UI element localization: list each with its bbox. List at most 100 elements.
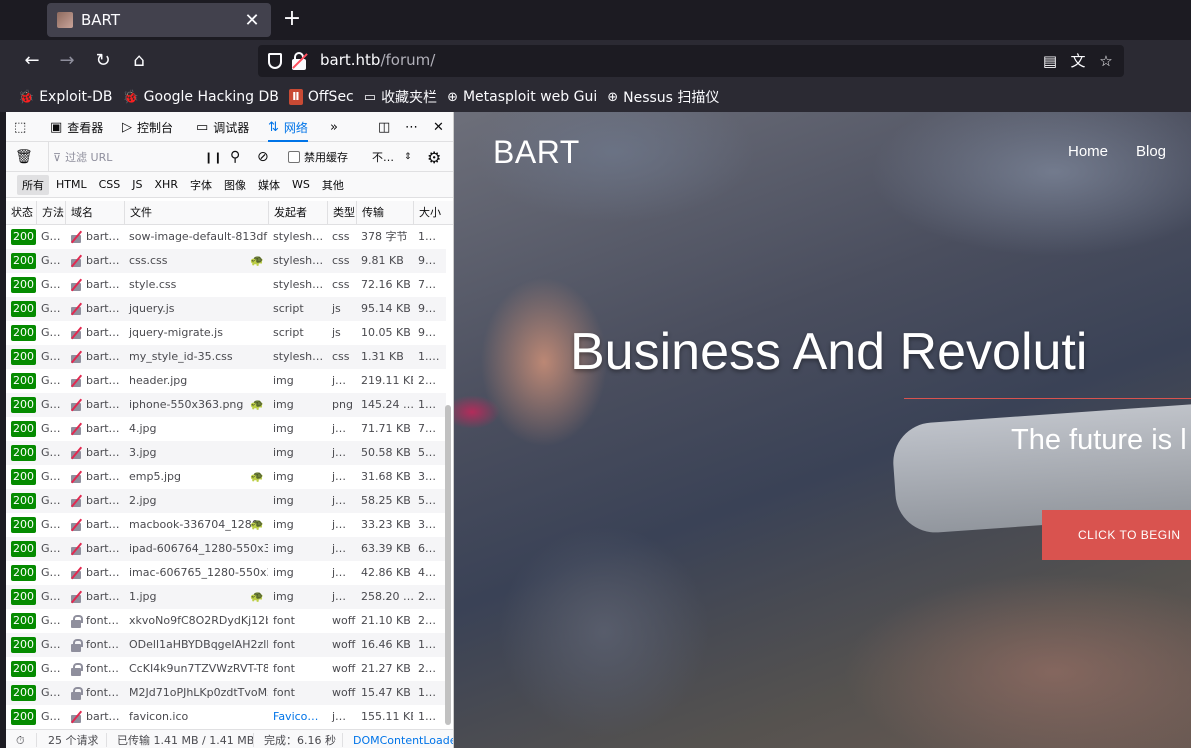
request-row[interactable]: 200 G… bart… sow-image-default-813df79 style… <box>6 225 446 249</box>
request-row[interactable]: 200 G… font… M2Jd71oPJhLKp0zdtTvoMxg font wof… <box>6 681 446 705</box>
bookmark-folder[interactable]: ▭ 收藏夹栏 <box>364 87 437 107</box>
request-row[interactable]: 200 G… bart… 3.jpg img j… 50.58 KB 5… <box>6 441 446 465</box>
disable-cache-checkbox[interactable]: 禁用缓存 <box>288 142 348 172</box>
request-row[interactable]: 200 G… bart… 1.jpg 🐢 img j… 258.20 … 2… <box>6 585 446 609</box>
column-domain[interactable]: 域名 <box>65 201 124 225</box>
type-js[interactable]: JS <box>127 176 147 193</box>
transfer-cell: 219.11 KB <box>361 374 413 387</box>
status-transferred: 已传输 1.41 MB / 1.41 MB <box>117 734 255 747</box>
new-tab-icon[interactable]: + <box>281 6 303 31</box>
tracking-shield-icon[interactable] <box>268 53 282 69</box>
tab-console[interactable]: ▷ 控制台 <box>122 112 173 142</box>
bookmark-exploit-db[interactable]: 🐞 Exploit-DB <box>18 89 112 105</box>
pause-icon[interactable]: ❙❙ <box>204 142 222 172</box>
column-type[interactable]: 类型 <box>327 201 356 225</box>
insecure-lock-icon[interactable] <box>292 52 308 70</box>
status-badge: 200 <box>11 469 36 485</box>
type-fonts[interactable]: 字体 <box>185 175 217 195</box>
bookmark-google-hacking-db[interactable]: 🐞 Google Hacking DB <box>122 89 278 105</box>
more-tools-chevron-icon[interactable]: » <box>330 112 343 142</box>
initiator-cell: img <box>273 590 294 603</box>
nav-home-link[interactable]: Home <box>1068 143 1108 160</box>
transfer-cell: 1.31 KB <box>361 350 404 363</box>
forward-arrow-icon[interactable]: → <box>55 49 79 73</box>
type-cell: png <box>332 398 353 411</box>
request-row[interactable]: 200 G… bart… jquery-migrate.js script js 10.05… <box>6 321 446 345</box>
tab-inspector[interactable]: ▣ 查看器 <box>50 112 103 142</box>
close-devtools-icon[interactable]: ✕ <box>433 112 449 142</box>
trash-icon[interactable]: 🗑 <box>15 142 33 172</box>
url-bar[interactable]: bart.htb/forum/ ▤ 文 ☆ <box>258 45 1124 77</box>
close-tab-icon[interactable]: ✕ <box>243 10 261 31</box>
element-picker-icon[interactable]: ⬚ <box>14 112 31 142</box>
request-list-scrollbar[interactable] <box>444 225 452 729</box>
block-icon[interactable]: ⊘ <box>257 142 269 172</box>
dock-layout-icon[interactable]: ◫ <box>378 112 395 142</box>
bookmark-metasploit[interactable]: ⊕ Metasploit web Gui <box>447 89 597 105</box>
bookmark-nessus[interactable]: ⊕ Nessus 扫描仪 <box>607 87 719 107</box>
request-row[interactable]: 200 G… font… CcKI4k9un7TZVWzRVT-T8_I font wof… <box>6 657 446 681</box>
insecure-lock-icon <box>70 446 82 460</box>
reader-view-icon[interactable]: ▤ <box>1040 51 1060 71</box>
insecure-lock-icon <box>70 710 82 724</box>
column-method[interactable]: 方法 <box>36 201 65 225</box>
request-row[interactable]: 200 G… bart… style.css stylesh… css 72.16 KB 7… <box>6 273 446 297</box>
translate-icon[interactable]: 文 <box>1068 51 1088 71</box>
bookmark-label: Nessus 扫描仪 <box>623 90 720 106</box>
column-size[interactable]: 大小 <box>413 201 446 225</box>
request-row[interactable]: 200 G… bart… header.jpg img j… 219.11 KB 2… <box>6 369 446 393</box>
request-row[interactable]: 200 G… bart… jquery.js script js 95.14 KB 9… <box>6 297 446 321</box>
type-other[interactable]: 其他 <box>317 175 349 195</box>
throttle-select[interactable]: 不… ⇕ <box>372 142 412 172</box>
column-status[interactable]: 状态 <box>6 201 36 225</box>
scrollbar-thumb[interactable] <box>445 405 451 725</box>
request-row[interactable]: 200 G… bart… iphone-550x363.png 🐢 img png 145.2… <box>6 393 446 417</box>
request-row[interactable]: 200 G… bart… macbook-336704_1280 🐢 img j… 33.23… <box>6 513 446 537</box>
type-all[interactable]: 所有 <box>17 174 49 195</box>
type-images[interactable]: 图像 <box>219 175 251 195</box>
site-brand[interactable]: BART <box>493 134 580 171</box>
url-text[interactable]: bart.htb/forum/ <box>320 51 435 69</box>
more-menu-icon[interactable]: ⋯ <box>405 112 423 142</box>
click-to-begin-button[interactable]: CLICK TO BEGIN <box>1042 510 1191 560</box>
request-row[interactable]: 200 G… bart… imac-606765_1280-550x365 img j… 4… <box>6 561 446 585</box>
network-settings-gear-icon[interactable]: ⚙ <box>427 142 441 172</box>
tab-debugger[interactable]: ▭ 调试器 <box>196 112 249 142</box>
insecure-lock-icon <box>70 302 82 316</box>
type-media[interactable]: 媒体 <box>253 175 285 195</box>
back-arrow-icon[interactable]: ← <box>20 49 44 73</box>
nav-blog-link[interactable]: Blog <box>1136 143 1166 160</box>
request-row[interactable]: 200 G… bart… emp5.jpg 🐢 img j… 31.68 KB 3… <box>6 465 446 489</box>
bookmark-offsec[interactable]: Ⅱ OffSec <box>288 89 354 105</box>
request-row[interactable]: 200 G… font… xkvoNo9fC8O2RDydKj12b_k font wof… <box>6 609 446 633</box>
type-ws[interactable]: WS <box>287 176 315 193</box>
search-icon[interactable]: ⚲ <box>230 142 240 172</box>
reload-icon[interactable]: ↻ <box>91 49 115 73</box>
request-row[interactable]: 200 G… bart… 4.jpg img j… 71.71 KB 7… <box>6 417 446 441</box>
request-row[interactable]: 200 G… bart… css.css 🐢 stylesh… css 9.81 KB 9… <box>6 249 446 273</box>
domain-text: bart… <box>86 542 120 555</box>
tab-network[interactable]: ⇅ 网络 <box>268 112 308 142</box>
slow-turtle-icon: 🐢 <box>250 254 264 267</box>
type-css[interactable]: CSS <box>94 176 126 193</box>
home-icon[interactable]: ⌂ <box>127 49 151 73</box>
column-transferred[interactable]: 传输 <box>356 201 413 225</box>
column-initiator[interactable]: 发起者 <box>268 201 327 225</box>
initiator-cell[interactable]: Favico… <box>268 705 327 729</box>
status-cell: 200 <box>6 441 36 465</box>
bookmark-star-icon[interactable]: ☆ <box>1096 51 1116 71</box>
method-cell: G… <box>41 278 61 291</box>
request-row[interactable]: 200 G… bart… ipad-606764_1280-550x365 img j… 6… <box>6 537 446 561</box>
browser-tab[interactable]: BART ✕ <box>47 3 271 37</box>
method-cell: G… <box>41 422 61 435</box>
request-row[interactable]: 200 G… bart… 2.jpg img j… 58.25 KB 5… <box>6 489 446 513</box>
column-file[interactable]: 文件 <box>124 201 268 225</box>
type-xhr[interactable]: XHR <box>150 176 183 193</box>
filter-url-input[interactable]: ⊽ 过滤 URL <box>48 142 198 172</box>
request-row[interactable]: 200 G… bart… favicon.ico Favico… j… 155.11 KB 1… <box>6 705 446 729</box>
request-row[interactable]: 200 G… bart… my_style_id-35.css stylesh… css 1… <box>6 345 446 369</box>
type-html[interactable]: HTML <box>51 176 92 193</box>
initiator-cell: img <box>273 494 294 507</box>
initiator-cell: img <box>273 566 294 579</box>
request-row[interactable]: 200 G… font… ODell1aHBYDBqgeIAH2zlNV font wof… <box>6 633 446 657</box>
